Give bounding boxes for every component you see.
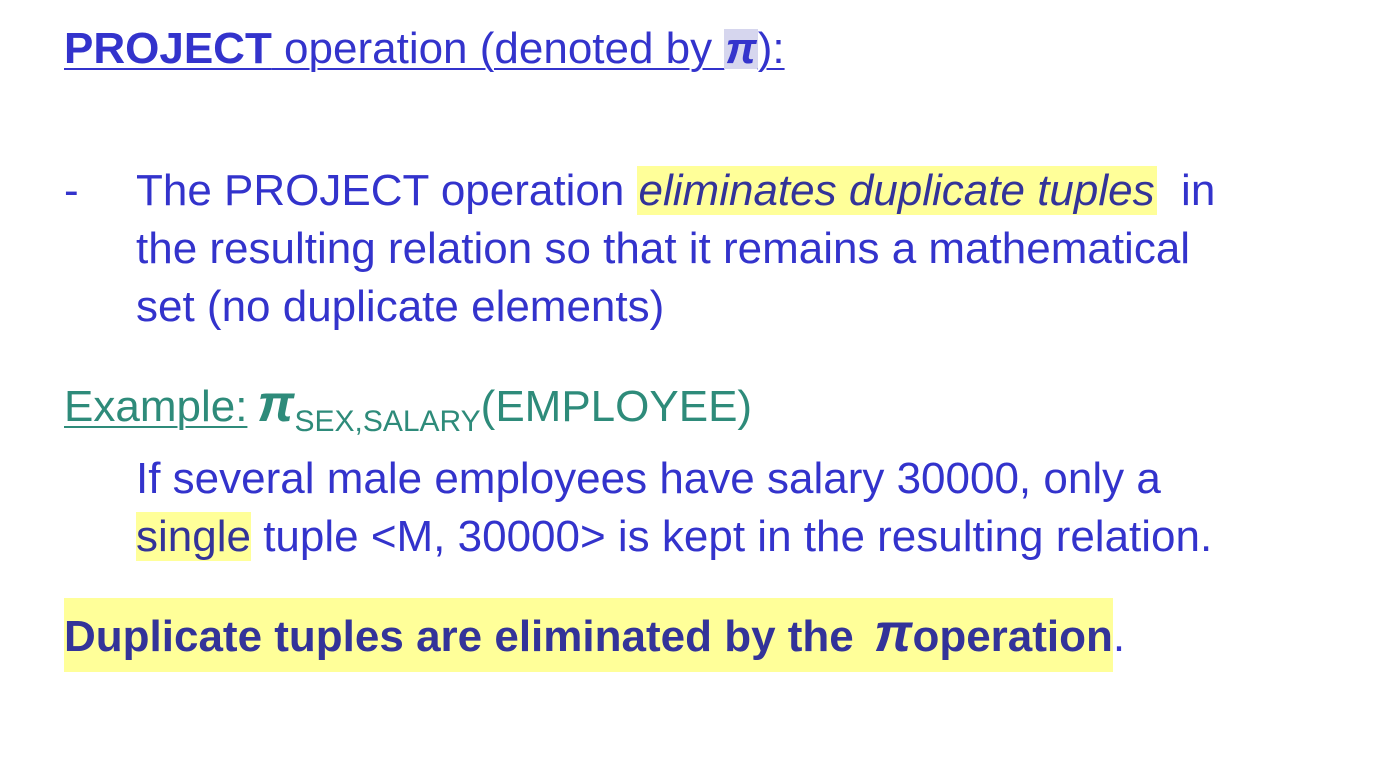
conclusion-part2: operation [912,612,1113,661]
slide-heading: PROJECT operation (denoted by π): [64,22,785,76]
heading-bold-word: PROJECT [64,24,272,73]
conclusion-part1: Duplicate tuples are eliminated by the [64,612,866,661]
example-explanation: If several male employees have salary 30… [136,450,1212,566]
heading-text: operation (denoted by [271,24,725,73]
bullet-line-2: the resulting relation so that it remain… [136,224,1191,273]
example-heading: Example: πSEX,SALARY(EMPLOYEE) [64,375,752,451]
example-line-1: If several male employees have salary 30… [136,454,1161,503]
highlighted-word: single [136,512,251,561]
conclusion-statement: Duplicate tuples are eliminated by the π… [64,598,1126,672]
bullet-text-part1: The PROJECT operation [136,166,637,215]
heading-close: ): [757,24,785,73]
pi-symbol-example: π [257,375,295,433]
bullet-paragraph: The PROJECT operation eliminates duplica… [136,162,1336,336]
example-line-2-rest: tuple <M, 30000> is kept in the resultin… [250,512,1213,561]
example-label: Example: [64,382,248,431]
pi-symbol-heading: π [724,24,758,73]
example-line-2: single tuple <M, 30000> is kept in the r… [136,508,1212,566]
pi-symbol-conclusion: π [874,603,913,663]
bullet-line-1: The PROJECT operation eliminates duplica… [136,162,1336,220]
bullet-marker: - [64,166,79,215]
example-subscript: SEX,SALARY [294,405,481,438]
conclusion-period: . [1112,612,1126,661]
highlighted-phrase: eliminates duplicate tuples [636,166,1157,215]
conclusion-highlight: Duplicate tuples are eliminated by the π… [64,598,1113,672]
bullet-line-3: set (no duplicate elements) [136,282,665,331]
example-relation: (EMPLOYEE) [480,382,753,431]
bullet-text-part2: in [1156,166,1216,215]
